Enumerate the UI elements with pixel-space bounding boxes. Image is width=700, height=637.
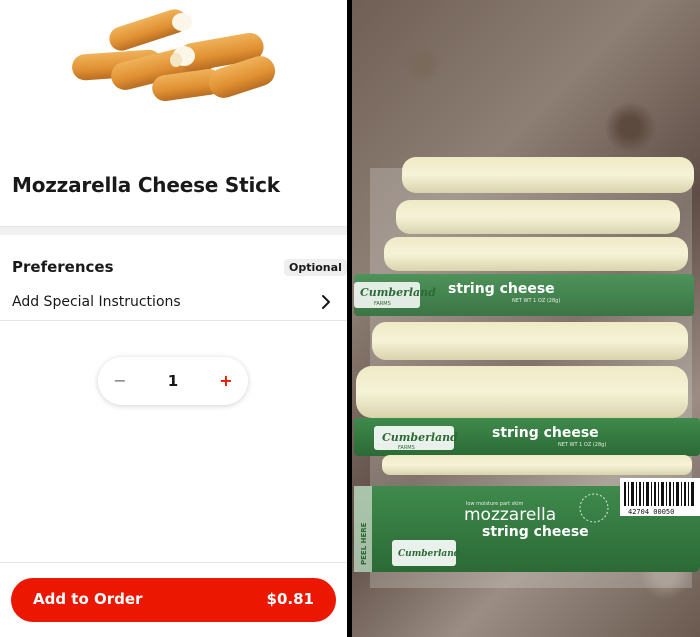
add-to-order-label: Add to Order (33, 590, 143, 608)
package-product: string cheese (492, 425, 599, 441)
cheese-stick (402, 157, 694, 193)
photo-illustration: Cumberland FARMS string cheese NET WT 1 … (354, 157, 700, 588)
cheese-stick (396, 200, 680, 234)
footer-divider (0, 562, 347, 563)
cheese-stick (382, 455, 692, 475)
special-instructions-row[interactable]: Add Special Instructions (0, 285, 347, 321)
package-net-weight: NET WT 1 OZ (28g) (512, 298, 560, 304)
cheese-stick (384, 237, 688, 271)
package-brand: Cumberland (398, 549, 461, 559)
peel-here-text: PEEL HERE (360, 522, 368, 565)
product-title: Mozzarella Cheese Stick (12, 173, 280, 197)
special-instructions-label: Add Special Instructions (12, 294, 181, 310)
optional-badge: Optional (284, 259, 347, 276)
package-product-sub: string cheese (482, 524, 589, 540)
quantity-stepper: − 1 + (98, 357, 248, 405)
barcode-number: 42704 00050 (628, 508, 674, 516)
chevron-right-icon (322, 295, 330, 309)
package-net-weight: NET WT 1 OZ (28g) (558, 442, 606, 448)
cheese-stick (356, 366, 688, 418)
package-product: string cheese (448, 281, 555, 297)
decrease-quantity-button[interactable]: − (98, 357, 142, 405)
increase-quantity-button[interactable]: + (204, 357, 248, 405)
package-product: mozzarella (464, 505, 556, 525)
add-to-order-button[interactable]: Add to Order $0.81 (11, 578, 336, 622)
package-brand: Cumberland (360, 286, 436, 299)
section-divider (0, 226, 347, 235)
package-brand: Cumberland (382, 431, 458, 444)
string-cheese-photo: Cumberland FARMS string cheese NET WT 1 … (352, 0, 700, 637)
mozzarella-sticks-image (72, 9, 276, 102)
mozzarella-package: PEEL HERE low moisture part skim mozzare… (354, 478, 700, 572)
string-cheese-package: Cumberland FARMS string cheese NET WT 1 … (354, 418, 700, 456)
order-price: $0.81 (266, 590, 314, 608)
preferences-heading: Preferences (12, 258, 114, 276)
package-brand-sub: FARMS (374, 301, 391, 307)
cheese-stick (372, 322, 688, 360)
product-detail-panel: Mozzarella Cheese Stick Preferences Opti… (0, 0, 347, 637)
quantity-value: 1 (167, 372, 179, 390)
package-brand-sub: FARMS (398, 445, 415, 451)
string-cheese-package: Cumberland FARMS string cheese NET WT 1 … (354, 274, 694, 316)
